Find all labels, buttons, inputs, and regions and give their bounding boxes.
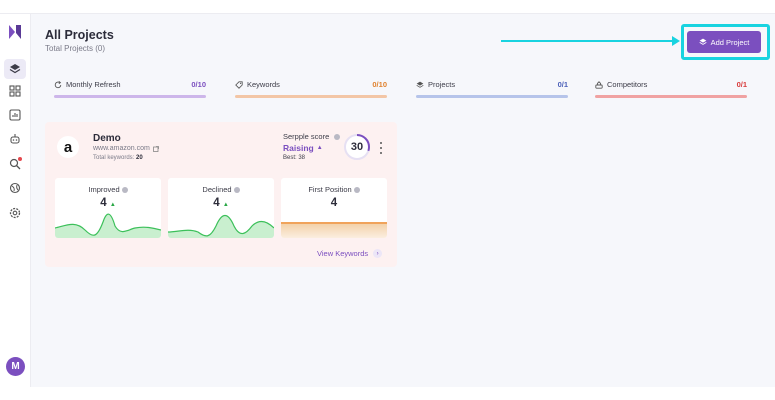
metric-value: 4 bbox=[330, 197, 338, 209]
main-content: All Projects Total Projects (0) Add Proj… bbox=[31, 14, 775, 387]
serpple-status-text: Raising bbox=[283, 143, 314, 153]
info-icon[interactable] bbox=[233, 187, 240, 194]
chart-icon bbox=[9, 109, 21, 121]
bottom-bar bbox=[0, 387, 775, 400]
metric-label: Declined bbox=[168, 185, 274, 194]
stat-keywords: Keywords 0/10 bbox=[226, 74, 396, 104]
stat-monthly-refresh: Monthly Refresh 0/10 bbox=[45, 74, 215, 104]
project-name[interactable]: Demo bbox=[93, 133, 121, 144]
sidebar-item-reports[interactable] bbox=[8, 108, 22, 122]
stat-projects: Projects 0/1 bbox=[407, 74, 577, 104]
arrow-up-icon: ▲ bbox=[316, 145, 323, 151]
project-url[interactable]: www.amazon.com bbox=[93, 145, 159, 152]
amazon-logo: a bbox=[57, 136, 79, 158]
sidebar-item-search[interactable] bbox=[8, 157, 22, 171]
serpple-logo[interactable] bbox=[8, 24, 22, 40]
sidebar-item-settings[interactable] bbox=[8, 206, 22, 220]
view-keywords-label: View Keywords bbox=[317, 249, 369, 258]
layers-icon bbox=[699, 38, 707, 45]
total-keywords-value: 20 bbox=[136, 155, 143, 161]
sidebar-item-global[interactable] bbox=[8, 181, 22, 195]
tag-icon bbox=[235, 80, 243, 89]
stat-progress-bar bbox=[54, 95, 206, 98]
layers-icon bbox=[416, 81, 424, 88]
layers-icon bbox=[9, 64, 21, 74]
info-icon[interactable] bbox=[334, 133, 341, 140]
stat-value: 0/10 bbox=[191, 80, 206, 89]
stat-label: Competitors bbox=[607, 80, 648, 89]
stat-label: Keywords bbox=[247, 80, 280, 89]
add-project-label: Add Project bbox=[710, 37, 750, 47]
view-keywords-link[interactable]: View Keywords › bbox=[317, 249, 383, 258]
stat-competitors: Competitors 0/1 bbox=[586, 74, 756, 104]
metric-declined: Declined 4 ▲ bbox=[168, 178, 274, 238]
stat-value: 0/10 bbox=[372, 80, 387, 89]
sparkline-chart bbox=[168, 214, 274, 238]
stat-progress-bar bbox=[416, 95, 568, 98]
stat-value: 0/1 bbox=[557, 80, 568, 89]
sidebar-item-ai[interactable] bbox=[8, 132, 22, 146]
total-keywords-label: Total keywords: bbox=[93, 155, 135, 161]
stat-label: Projects bbox=[428, 80, 456, 89]
serpple-score-label: Serpple score bbox=[283, 132, 341, 141]
external-link-icon bbox=[152, 145, 159, 152]
metric-improved: Improved 4 ▲ bbox=[55, 178, 161, 238]
sidebar-item-dashboard[interactable] bbox=[8, 84, 22, 98]
metric-label: Improved bbox=[55, 185, 161, 194]
project-url-text: www.amazon.com bbox=[93, 145, 150, 152]
page-subtitle: Total Projects (0) bbox=[45, 44, 106, 53]
stat-progress-bar bbox=[595, 95, 747, 98]
bot-icon bbox=[10, 134, 20, 144]
stat-value: 0/1 bbox=[736, 80, 747, 89]
sparkline-chart bbox=[55, 213, 161, 238]
serpple-score-text: Serpple score bbox=[283, 132, 330, 141]
project-card[interactable]: a Demo www.amazon.com Total keywords: 20… bbox=[45, 122, 397, 267]
best-score: Best: 38 bbox=[283, 155, 306, 161]
metric-label: First Position bbox=[281, 185, 387, 194]
notification-dot bbox=[18, 157, 22, 161]
globe-icon bbox=[9, 182, 21, 194]
info-icon[interactable] bbox=[353, 187, 360, 194]
avatar[interactable]: M bbox=[6, 357, 25, 376]
stat-label: Monthly Refresh bbox=[66, 80, 121, 89]
page-title: All Projects bbox=[45, 28, 114, 42]
more-options-icon[interactable] bbox=[378, 142, 384, 154]
gear-icon bbox=[9, 207, 21, 219]
competitor-icon bbox=[595, 80, 603, 89]
sidebar: M bbox=[0, 14, 31, 387]
sparkline-chart bbox=[281, 222, 387, 238]
grid-icon bbox=[9, 85, 21, 97]
info-icon[interactable] bbox=[121, 187, 128, 194]
annotation-arrow-head bbox=[672, 36, 680, 46]
serpple-status: Raising ▲ bbox=[283, 143, 323, 153]
score-value: 30 bbox=[350, 141, 364, 153]
total-keywords: Total keywords: 20 bbox=[93, 155, 143, 161]
refresh-icon bbox=[54, 80, 62, 88]
stat-progress-bar bbox=[235, 95, 387, 98]
metric-first-position: First Position 4 bbox=[281, 178, 387, 238]
add-project-button[interactable]: Add Project bbox=[687, 31, 761, 53]
chevron-right-icon: › bbox=[373, 249, 383, 258]
top-bar bbox=[0, 0, 775, 14]
sidebar-item-projects[interactable] bbox=[4, 59, 26, 79]
annotation-arrow-line bbox=[501, 40, 677, 42]
